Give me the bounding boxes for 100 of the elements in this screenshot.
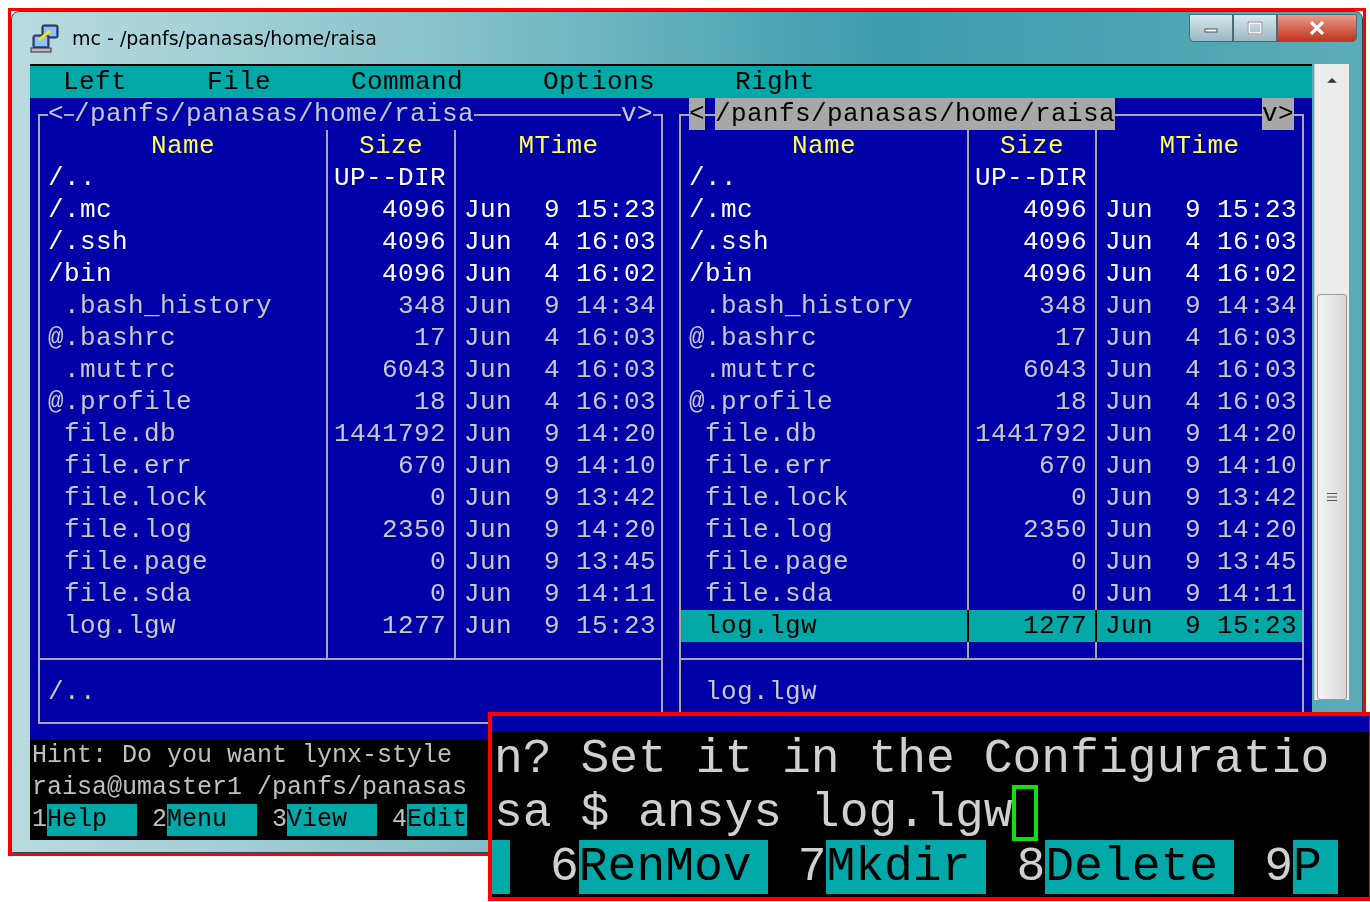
menu-item[interactable]: File [207,66,272,98]
file-row[interactable]: file.err 670 Jun 9 14:10 [40,450,661,482]
computer-icon [30,23,62,53]
file-size: UP--DIR [969,162,1097,194]
file-name: .muttrc [40,354,328,386]
cursor-icon [1012,785,1039,841]
file-row[interactable]: /.. UP--DIR [40,162,661,194]
menu-item[interactable]: Command [351,66,464,98]
file-mtime: Jun 4 16:03 [463,226,658,258]
scroll-up-icon[interactable] [1326,76,1338,84]
file-name: /bin [40,258,328,290]
file-row[interactable]: @.profile 18 Jun 4 16:03 [681,386,1302,418]
file-row[interactable]: .bash_history 348 Jun 9 14:34 [681,290,1302,322]
menu-item[interactable]: Right [735,66,816,98]
file-name: .muttrc [681,354,969,386]
file-name: file.lock [681,482,969,514]
function-key[interactable]: Menu [167,804,257,836]
close-icon [1308,21,1326,35]
file-row[interactable]: @.bashrc 17 Jun 4 16:03 [681,322,1302,354]
file-row[interactable]: .muttrc 6043 Jun 4 16:03 [681,354,1302,386]
file-row[interactable]: /.mc 4096 Jun 9 15:23 [681,194,1302,226]
file-row[interactable]: /bin 4096 Jun 4 16:02 [40,258,661,290]
column-header[interactable]: MTime [456,130,661,162]
file-name: file.err [681,450,969,482]
file-row[interactable]: file.page 0 Jun 9 13:45 [40,546,661,578]
file-name: file.page [40,546,328,578]
file-row[interactable]: /bin 4096 Jun 4 16:02 [681,258,1302,290]
function-key[interactable]: Help [47,804,137,836]
function-key[interactable]: Edit [407,804,467,836]
mini-status: log.lgw [704,677,818,707]
file-row[interactable]: file.log 2350 Jun 9 14:20 [40,514,661,546]
file-name: @.bashrc [40,322,328,354]
hint-line: n? Set it in the Configuratio [493,732,1331,786]
file-row[interactable]: /.ssh 4096 Jun 4 16:03 [681,226,1302,258]
menu-item[interactable]: Left [63,66,127,98]
function-key[interactable]: RenMov [578,840,768,894]
window-title: mc - /panfs/panasas/home/raisa [72,27,377,49]
close-button[interactable] [1277,14,1357,42]
history-nav-right[interactable]: v> [1262,98,1294,130]
file-name: file.err [40,450,328,482]
maximize-button[interactable] [1233,14,1277,42]
function-key[interactable]: View [287,804,377,836]
file-row[interactable]: /.ssh 4096 Jun 4 16:03 [40,226,661,258]
file-size: 0 [969,482,1097,514]
column-header[interactable]: MTime [1097,130,1302,162]
file-name: @.profile [40,386,328,418]
file-row[interactable]: file.lock 0 Jun 9 13:42 [40,482,661,514]
key-number: 1 [32,804,47,836]
function-key[interactable]: Delete [1045,840,1235,894]
column-header[interactable]: Name [40,130,328,162]
file-row[interactable]: /.mc 4096 Jun 9 15:23 [40,194,661,226]
history-nav-left[interactable]: < [48,98,64,130]
column-header[interactable]: Size [969,130,1097,162]
file-mtime: Jun 4 16:02 [1104,258,1299,290]
file-row[interactable]: @.profile 18 Jun 4 16:03 [40,386,661,418]
file-size: 4096 [328,226,456,258]
file-row[interactable]: file.db 1441792 Jun 9 14:20 [40,418,661,450]
file-size: 18 [328,386,456,418]
file-name: file.log [681,514,969,546]
minimize-button[interactable] [1189,14,1233,42]
file-row[interactable]: .muttrc 6043 Jun 4 16:03 [40,354,661,386]
file-mtime: Jun 4 16:03 [1104,226,1299,258]
file-row[interactable]: file.page 0 Jun 9 13:45 [681,546,1302,578]
file-row[interactable]: file.lock 0 Jun 9 13:42 [681,482,1302,514]
file-row[interactable]: file.log 2350 Jun 9 14:20 [681,514,1302,546]
scrollbar-thumb[interactable] [1317,293,1347,700]
function-key[interactable]: P [1292,840,1338,894]
scrollbar[interactable] [1314,64,1349,700]
file-row[interactable]: .bash_history 348 Jun 9 14:34 [40,290,661,322]
column-header[interactable]: Name [681,130,969,162]
file-name: /.. [681,162,969,194]
file-row[interactable]: log.lgw 1277 Jun 9 15:23 [40,610,661,642]
file-name: file.db [681,418,969,450]
maximize-icon [1247,21,1263,35]
file-mtime: Jun 4 16:03 [463,354,658,386]
file-row[interactable]: file.err 670 Jun 9 14:10 [681,450,1302,482]
key-number: 2 [152,804,167,836]
file-name: file.sda [40,578,328,610]
file-mtime: Jun 9 13:45 [463,546,658,578]
file-row[interactable]: log.lgw 1277 Jun 9 15:23 [681,610,1302,642]
file-name: .bash_history [40,290,328,322]
file-size: 0 [328,482,456,514]
file-name: file.log [40,514,328,546]
file-row[interactable]: @.bashrc 17 Jun 4 16:03 [40,322,661,354]
file-size: 4096 [328,258,456,290]
history-nav-right[interactable]: v> [621,98,653,130]
file-size: 1441792 [969,418,1097,450]
function-key[interactable]: Mkdir [826,840,987,894]
menu-item[interactable]: Options [543,66,656,98]
column-header[interactable]: Size [328,130,456,162]
file-row[interactable]: /.. UP--DIR [681,162,1302,194]
file-size: 1441792 [328,418,456,450]
file-row[interactable]: file.sda 0 Jun 9 14:11 [40,578,661,610]
history-nav-left[interactable]: < [689,98,705,130]
file-name: /.. [40,162,328,194]
panel-path: /panfs/panasas/home/raisa [715,98,1116,130]
file-size: 1277 [328,610,456,642]
file-size: 0 [328,578,456,610]
file-size: 4096 [969,226,1097,258]
file-row[interactable]: file.db 1441792 Jun 9 14:20 [681,418,1302,450]
